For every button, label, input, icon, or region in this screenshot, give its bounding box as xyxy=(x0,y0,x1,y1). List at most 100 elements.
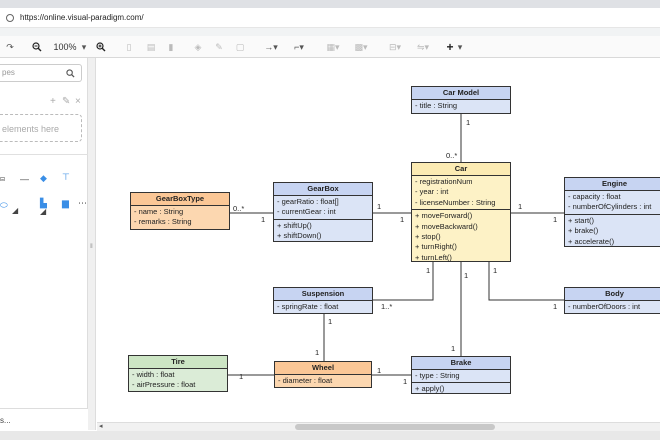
operation: + moveBackward() xyxy=(415,221,478,231)
multiplicity: 1 xyxy=(261,215,266,224)
multiplicity: 1 xyxy=(239,372,244,381)
scratchpad-placeholder: elements here xyxy=(2,124,60,134)
attribute: - width : float xyxy=(132,370,175,379)
operations-compartment: + apply() xyxy=(412,383,510,395)
horizontal-scrollbar[interactable]: ◂ xyxy=(97,422,660,431)
shape-sidebar: pes + ✎ × elements here ⊟ — ◆ ⊤ ⬭ ◢ ▙ ◢ … xyxy=(0,58,88,408)
zoom-caret-icon[interactable]: ▾ xyxy=(80,40,88,54)
diagram-canvas[interactable]: Car Model - title : String Car - registr… xyxy=(97,58,660,422)
class-name: Tire xyxy=(129,356,227,369)
operation: + stop() xyxy=(415,231,441,241)
shape-diamond-icon[interactable]: ◆ xyxy=(40,173,47,184)
line-color-icon[interactable]: ✎ xyxy=(212,40,226,54)
class-tire[interactable]: Tire - width : float - airPressure : flo… xyxy=(128,355,228,392)
class-body[interactable]: Body - numberOfDoors : int xyxy=(564,287,660,314)
multiplicity: 1 xyxy=(553,215,558,224)
shape-note-icon[interactable]: ▆ xyxy=(62,198,69,209)
copy-icon[interactable]: ▯ xyxy=(124,40,134,54)
attributes-compartment: - capacity : float - numberOfCylinders :… xyxy=(565,191,660,215)
scrollbar-thumb[interactable] xyxy=(295,424,495,430)
attribute: - numberOfCylinders : int xyxy=(568,202,652,212)
attribute: - remarks : String xyxy=(134,217,192,227)
class-name: Brake xyxy=(412,357,510,370)
multiplicity: 1 xyxy=(553,302,558,311)
class-name: Engine xyxy=(565,178,660,191)
scratchpad-add-icon[interactable]: + xyxy=(50,96,56,107)
attributes-compartment: - numberOfDoors : int xyxy=(565,301,660,313)
shape-class-icon[interactable]: ⊟ xyxy=(0,176,5,183)
multiplicity: 1 xyxy=(315,348,320,357)
class-gearboxtype[interactable]: GearBoxType - name : String - remarks : … xyxy=(130,192,230,230)
uml-shape-palette: ⊟ — ◆ ⊤ ⬭ ◢ ▙ ◢ ▆ ⋯ xyxy=(0,170,88,216)
arrange-back-icon[interactable]: ▩▾ xyxy=(350,40,372,54)
attribute: - diameter : float xyxy=(278,376,333,385)
search-icon[interactable] xyxy=(66,69,75,80)
class-engine[interactable]: Engine - capacity : float - numberOfCyli… xyxy=(564,177,660,247)
delete-icon[interactable]: ▮ xyxy=(166,40,176,54)
scratchpad-edit-icon[interactable]: ✎ xyxy=(62,96,70,107)
operation: + apply() xyxy=(415,384,445,394)
shadow-icon[interactable]: ▢ xyxy=(234,40,246,54)
assoc-car-body xyxy=(488,262,564,301)
class-brake[interactable]: Brake - type : String + apply() xyxy=(411,356,511,394)
class-car-model[interactable]: Car Model - title : String xyxy=(411,86,511,114)
shape-dots-icon[interactable]: ⋯ xyxy=(78,198,87,209)
class-name: Car xyxy=(412,163,510,176)
align-icon[interactable]: ⊟▾ xyxy=(384,40,406,54)
class-suspension[interactable]: Suspension - springRate : float xyxy=(273,287,373,314)
more-shapes-bar[interactable]: s... xyxy=(0,408,88,430)
attributes-compartment: - gearRatio : float[] - currentGear : in… xyxy=(274,196,372,220)
zoom-in-icon[interactable] xyxy=(94,40,108,54)
attributes-compartment: - type : String xyxy=(412,370,510,384)
redo-icon[interactable]: ↷ xyxy=(4,40,16,54)
shape-interface-icon[interactable]: ⊤ xyxy=(62,172,70,183)
class-wheel[interactable]: Wheel - diameter : float xyxy=(274,361,372,388)
attribute: - licenseNumber : String xyxy=(415,197,496,207)
multiplicity: 1 xyxy=(518,202,523,211)
more-shapes-link[interactable]: s... xyxy=(0,416,11,425)
attribute: - springRate : float xyxy=(277,302,339,311)
address-bar[interactable]: https://online.visual-paradigm.com/ xyxy=(0,8,660,28)
url-text[interactable]: https://online.visual-paradigm.com/ xyxy=(20,13,144,22)
operation: + shiftUp() xyxy=(277,220,312,230)
waypoint-style-icon[interactable]: ⌐▾ xyxy=(288,40,310,54)
attribute: - gearRatio : float[] xyxy=(277,197,339,206)
fill-color-icon[interactable]: ◈ xyxy=(192,40,204,54)
class-car[interactable]: Car - registrationNum - year : int - lic… xyxy=(411,162,511,262)
scratchpad-close-icon[interactable]: × xyxy=(75,96,81,107)
shape-corner-icon[interactable]: ◢ xyxy=(12,206,18,215)
scroll-left-icon[interactable]: ◂ xyxy=(99,422,103,430)
attributes-compartment: - title : String xyxy=(412,100,510,112)
arrange-front-icon[interactable]: ▦▾ xyxy=(322,40,344,54)
operation: + turnRight() xyxy=(415,242,457,252)
shape-line-icon[interactable]: — xyxy=(20,174,29,184)
distribute-icon[interactable]: ⇋▾ xyxy=(412,40,434,54)
attributes-compartment: - registrationNum - year : int - license… xyxy=(412,176,510,211)
attributes-compartment: - name : String - remarks : String xyxy=(131,206,229,229)
connector-style-icon[interactable]: →▾ xyxy=(260,40,282,54)
browser-tab-strip xyxy=(0,0,660,8)
operation: + turnLeft() xyxy=(415,252,452,262)
shape-search-input[interactable]: pes xyxy=(0,64,82,82)
shape-corner2-icon[interactable]: ◢ xyxy=(40,207,46,216)
zoom-out-icon[interactable] xyxy=(30,40,44,54)
attribute: - airPressure : float xyxy=(132,380,196,390)
add-icon[interactable]: + xyxy=(444,40,456,54)
multiplicity: 1 xyxy=(493,266,498,275)
multiplicity: 1 xyxy=(377,366,382,375)
splitter-handle-icon[interactable]: ⦀ xyxy=(90,244,93,251)
scratchpad-dropzone[interactable]: elements here xyxy=(0,114,82,142)
shape-ellipse-icon[interactable]: ⬭ xyxy=(0,200,8,211)
site-info-icon[interactable] xyxy=(6,13,14,22)
paste-icon[interactable]: ▤ xyxy=(146,40,156,54)
class-gearbox[interactable]: GearBox - gearRatio : float[] - currentG… xyxy=(273,182,373,242)
class-name: Body xyxy=(565,288,660,301)
assoc-car-suspension xyxy=(373,262,434,301)
multiplicity: 0..* xyxy=(233,204,245,213)
add-caret-icon[interactable]: ▾ xyxy=(456,40,464,54)
class-name: Car Model xyxy=(412,87,510,100)
multiplicity: 1 xyxy=(403,377,408,386)
operations-compartment: + start() + brake() + accelerate() xyxy=(565,215,660,248)
attribute: - registrationNum xyxy=(415,177,473,186)
zoom-level[interactable]: 100% xyxy=(52,40,78,54)
